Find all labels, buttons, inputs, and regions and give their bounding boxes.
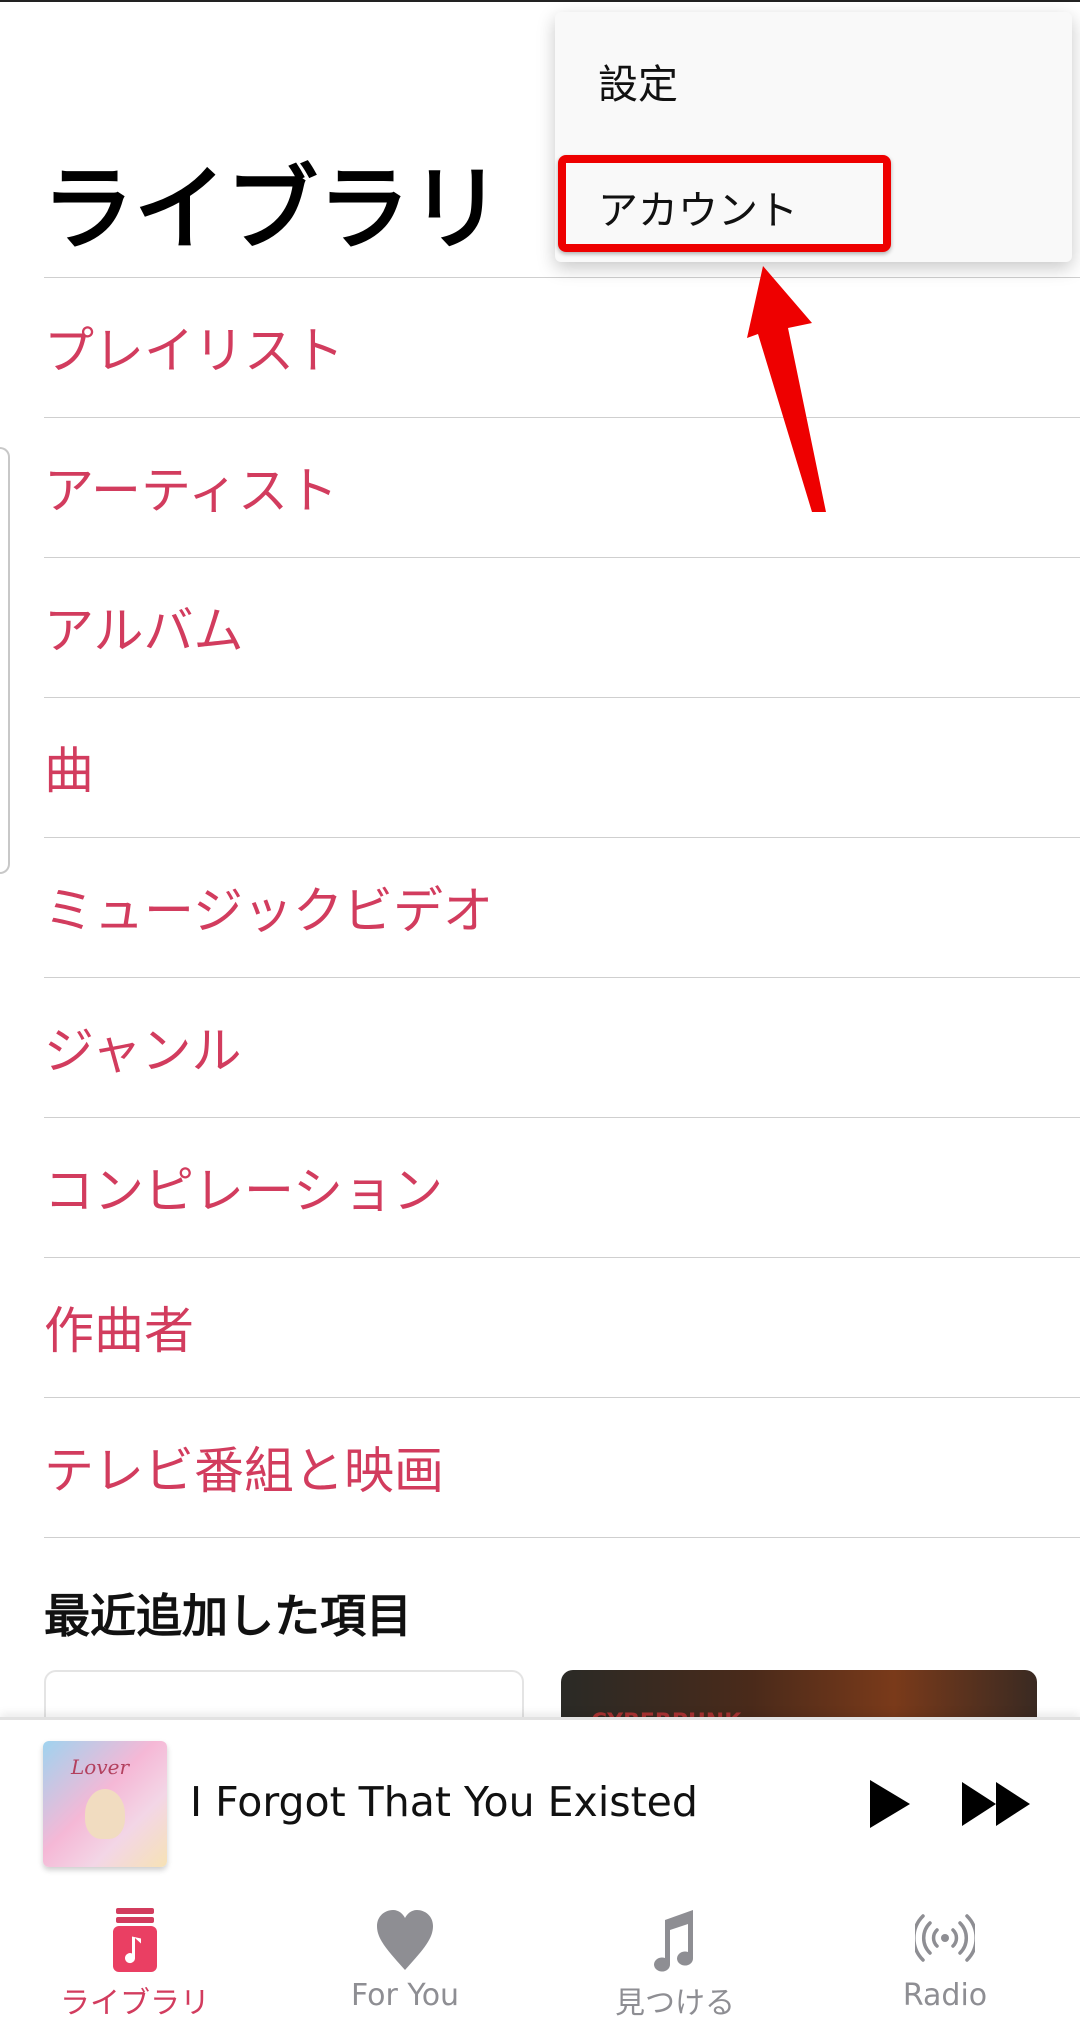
tab-label: 見つける	[615, 1986, 735, 2021]
library-item-composers[interactable]: 作曲者	[44, 1257, 1080, 1397]
status-bar-edge	[0, 0, 1080, 2]
music-note-icon	[654, 1910, 694, 1972]
tab-radio[interactable]: Radio	[810, 1890, 1080, 2032]
heart-icon	[377, 1910, 433, 1970]
tab-for-you[interactable]: For You	[270, 1890, 540, 2032]
album-art: Lover	[43, 1741, 167, 1867]
page-title: ライブラリ	[42, 156, 503, 263]
divider	[44, 1537, 1080, 1538]
fast-forward-icon[interactable]	[962, 1782, 1030, 1826]
library-item-albums[interactable]: アルバム	[44, 557, 1080, 697]
radio-icon	[915, 1914, 975, 1962]
library-icon	[113, 1908, 157, 1972]
tab-bar: ライブラリ For You 見つける Radio	[0, 1890, 1080, 2032]
now-playing-title[interactable]: I Forgot That You Existed	[190, 1778, 698, 1826]
annotation-highlight-box	[558, 155, 891, 252]
tab-label: Radio	[902, 1978, 988, 2013]
album-art-figure	[85, 1789, 125, 1839]
library-item-tv-movies[interactable]: テレビ番組と映画	[44, 1397, 1080, 1537]
library-item-compilations[interactable]: コンピレーション	[44, 1117, 1080, 1257]
menu-item-settings[interactable]: 設定	[598, 52, 678, 110]
tab-label: ライブラリ	[60, 1986, 210, 2021]
library-item-songs[interactable]: 曲	[44, 697, 1080, 837]
library-item-artists[interactable]: アーティスト	[44, 417, 1080, 557]
edge-panel-handle[interactable]	[0, 447, 10, 874]
recently-added-heading: 最近追加した項目	[44, 1589, 412, 1643]
library-item-genres[interactable]: ジャンル	[44, 977, 1080, 1117]
tab-browse[interactable]: 見つける	[540, 1890, 810, 2032]
album-art-title: Lover	[71, 1755, 130, 1779]
mini-player[interactable]: Lover I Forgot That You Existed	[0, 1717, 1080, 1893]
tab-library[interactable]: ライブラリ	[0, 1890, 270, 2032]
library-item-music-videos[interactable]: ミュージックビデオ	[44, 837, 1080, 977]
play-icon[interactable]	[870, 1780, 910, 1828]
library-item-playlists[interactable]: プレイリスト	[44, 277, 1080, 417]
tab-label: For You	[350, 1978, 460, 2013]
